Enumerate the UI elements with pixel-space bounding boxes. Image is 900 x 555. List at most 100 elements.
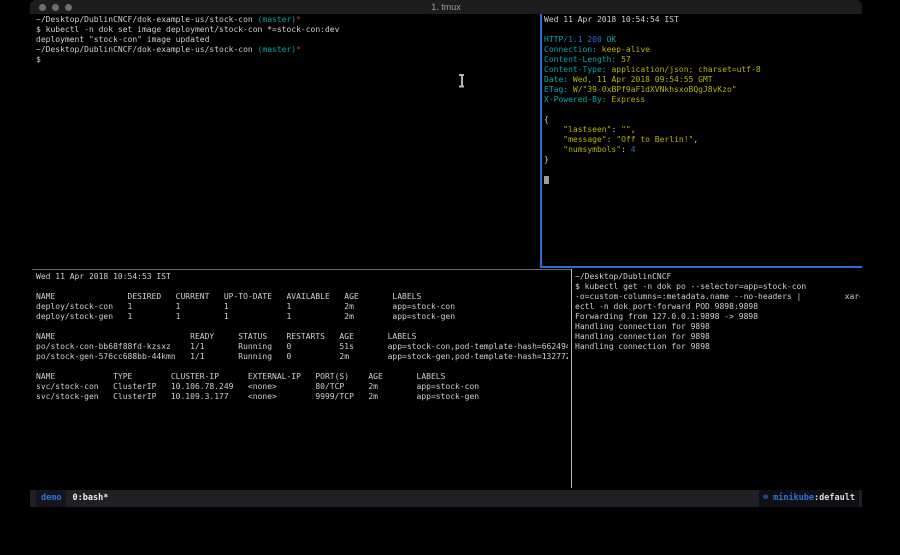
terminal-window: 1. tmux ~/Desktop/DublinCNCF/dok-example…	[30, 0, 862, 508]
text-segment: (master)	[258, 15, 297, 24]
text-segment: $ kubectl -n dok set image deployment/st…	[36, 25, 339, 34]
text-segment: keep-alive	[597, 45, 650, 54]
terminal-line	[544, 25, 860, 35]
tmux-window-tab[interactable]: 0:bash*	[72, 490, 108, 507]
pane-bottom-left-kubectl-get[interactable]: Wed 11 Apr 2018 10:54:53 IST NAME DESIRE…	[36, 272, 568, 486]
pane-top-left-shell[interactable]: ~/Desktop/DublinCNCF/dok-example-us/stoc…	[36, 15, 538, 263]
text-segment: NAME DESIRED CURRENT UP-TO-DATE AVAILABL…	[36, 292, 421, 301]
terminal-line	[544, 175, 860, 185]
text-segment: svc/stock-gen ClusterIP 10.109.3.177 <no…	[36, 392, 479, 401]
terminal-line: Handling connection for 9898	[575, 332, 860, 342]
text-segment: Handling connection for 9898	[575, 322, 710, 331]
text-segment: ectl -n dok port-forward POD 9898:9898	[575, 302, 758, 311]
terminal-line: $ kubectl get -n dok po --selector=app=s…	[575, 282, 860, 292]
terminal-line	[36, 322, 568, 332]
window-title: 1. tmux	[30, 0, 862, 14]
pane-bottom-right-port-forward[interactable]: ~/Desktop/DublinCNCF$ kubectl get -n dok…	[575, 272, 860, 486]
traffic-lights	[39, 4, 72, 11]
terminal-line: NAME TYPE CLUSTER-IP EXTERNAL-IP PORT(S)…	[36, 372, 568, 382]
active-pane-border-vertical[interactable]	[540, 14, 542, 268]
terminal-line: Forwarding from 127.0.0.1:9898 -> 9898	[575, 312, 860, 322]
terminal-line: "numsymbols": 4	[544, 145, 860, 155]
tmux-status-bar: demo 0:bash* ☸ minikube:default	[30, 490, 862, 507]
tmux-status-right: ☸ minikube:default	[759, 490, 859, 507]
terminal-line: {	[544, 115, 860, 125]
text-segment: Wed, 11 Apr 2018 09:54:55 GMT	[568, 75, 713, 84]
text-segment: NAME READY STATUS RESTARTS AGE LABELS	[36, 332, 417, 341]
terminal-line: }	[544, 155, 860, 165]
pane-top-right-http-response[interactable]: Wed 11 Apr 2018 10:54:54 IST HTTP/1.1 20…	[544, 15, 860, 265]
terminal-line: svc/stock-con ClusterIP 10.106.78.249 <n…	[36, 382, 568, 392]
terminal-line: -o=custom-columns=:metadata.name --no-he…	[575, 292, 860, 302]
terminal-line: ETag: W/"39-0xBPf9aF1dXVNkhsxoBQgJ8vKzo"	[544, 85, 860, 95]
text-segment: Content-Length:	[544, 55, 616, 64]
terminal-line: svc/stock-gen ClusterIP 10.109.3.177 <no…	[36, 392, 568, 402]
text-segment: :	[621, 145, 631, 154]
terminal-line	[544, 165, 860, 175]
pane-divider-vertical[interactable]	[571, 269, 572, 488]
terminal-line: Date: Wed, 11 Apr 2018 09:54:55 GMT	[544, 75, 860, 85]
terminal-line: Content-Type: application/json; charset=…	[544, 65, 860, 75]
terminal-line: Wed 11 Apr 2018 10:54:54 IST	[544, 15, 860, 25]
terminal-line: Wed 11 Apr 2018 10:54:53 IST	[36, 272, 568, 282]
text-segment: (master)	[258, 45, 297, 54]
text-segment: *	[296, 15, 301, 24]
text-segment: ETag:	[544, 85, 568, 94]
text-segment: Express	[607, 95, 646, 104]
mouse-ibeam-pointer-icon	[458, 74, 465, 87]
text-segment: ,	[631, 125, 636, 134]
terminal-line: deploy/stock-gen 1 1 1 1 2m app=stock-ge…	[36, 312, 568, 322]
text-segment: Date:	[544, 75, 568, 84]
text-segment: ~/Desktop/DublinCNCF/dok-example-us/stoc…	[36, 15, 258, 24]
text-segment: po/stock-con-bb68f88fd-kzsxz 1/1 Running…	[36, 342, 568, 351]
text-segment: Handling connection for 9898	[575, 332, 710, 341]
terminal-line: $	[36, 55, 538, 65]
zoom-button[interactable]	[65, 4, 72, 11]
pane-divider-horizontal[interactable]	[32, 269, 571, 270]
text-segment: Wed 11 Apr 2018 10:54:54 IST	[544, 15, 679, 24]
text-segment: /1.1 200	[563, 35, 602, 44]
terminal-line: NAME DESIRED CURRENT UP-TO-DATE AVAILABL…	[36, 292, 568, 302]
minimize-button[interactable]	[52, 4, 59, 11]
terminal-line: $ kubectl -n dok set image deployment/st…	[36, 25, 538, 35]
text-segment: $	[36, 55, 41, 64]
terminal-line: "lastseen": "",	[544, 125, 860, 135]
text-segment: ~/Desktop/DublinCNCF	[575, 272, 671, 281]
kube-namespace-label: :default	[814, 493, 855, 503]
terminal-line: Handling connection for 9898	[575, 342, 860, 352]
window-titlebar[interactable]: 1. tmux	[30, 0, 862, 14]
text-segment: ~/Desktop/DublinCNCF/dok-example-us/stoc…	[36, 45, 258, 54]
text-segment: Handling connection for 9898	[575, 342, 710, 351]
text-segment: X-Powered-By:	[544, 95, 607, 104]
text-segment: {	[544, 115, 549, 124]
text-segment: -o=custom-columns=:metadata.name --no-he…	[575, 292, 860, 301]
text-segment: }	[544, 155, 549, 164]
close-button[interactable]	[39, 4, 46, 11]
text-segment: :	[611, 125, 621, 134]
text-segment: Connection:	[544, 45, 597, 54]
text-segment: $ kubectl get -n dok po --selector=app=s…	[575, 282, 806, 291]
terminal-line	[36, 362, 568, 372]
terminal-line: Handling connection for 9898	[575, 322, 860, 332]
text-segment: po/stock-gen-576cc688bb-44kmn 1/1 Runnin…	[36, 352, 568, 361]
text-segment: svc/stock-con ClusterIP 10.106.78.249 <n…	[36, 382, 479, 391]
text-segment: "lastseen"	[544, 125, 611, 134]
terminal-line	[544, 105, 860, 115]
tmux-session-name: demo	[36, 490, 66, 507]
text-segment: NAME TYPE CLUSTER-IP EXTERNAL-IP PORT(S)…	[36, 372, 445, 381]
terminal-cursor	[544, 176, 549, 184]
text-segment: *	[296, 45, 301, 54]
text-segment: HTTP	[544, 35, 563, 44]
terminal-line: po/stock-gen-576cc688bb-44kmn 1/1 Runnin…	[36, 352, 568, 362]
text-segment: ,	[693, 135, 698, 144]
text-segment: ""	[621, 125, 631, 134]
text-segment: "Off to Berlin!"	[616, 135, 693, 144]
terminal-line: ~/Desktop/DublinCNCF/dok-example-us/stoc…	[36, 15, 538, 25]
terminal-line: ~/Desktop/DublinCNCF	[575, 272, 860, 282]
text-segment: deploy/stock-gen 1 1 1 1 2m app=stock-ge…	[36, 312, 455, 321]
terminal-line: ectl -n dok port-forward POD 9898:9898	[575, 302, 860, 312]
text-segment: :	[607, 135, 617, 144]
text-segment: deployment "stock-con" image updated	[36, 35, 209, 44]
text-segment: W/"39-0xBPf9aF1dXVNkhsxoBQgJ8vKzo"	[568, 85, 737, 94]
active-pane-border-horizontal[interactable]	[540, 266, 862, 268]
